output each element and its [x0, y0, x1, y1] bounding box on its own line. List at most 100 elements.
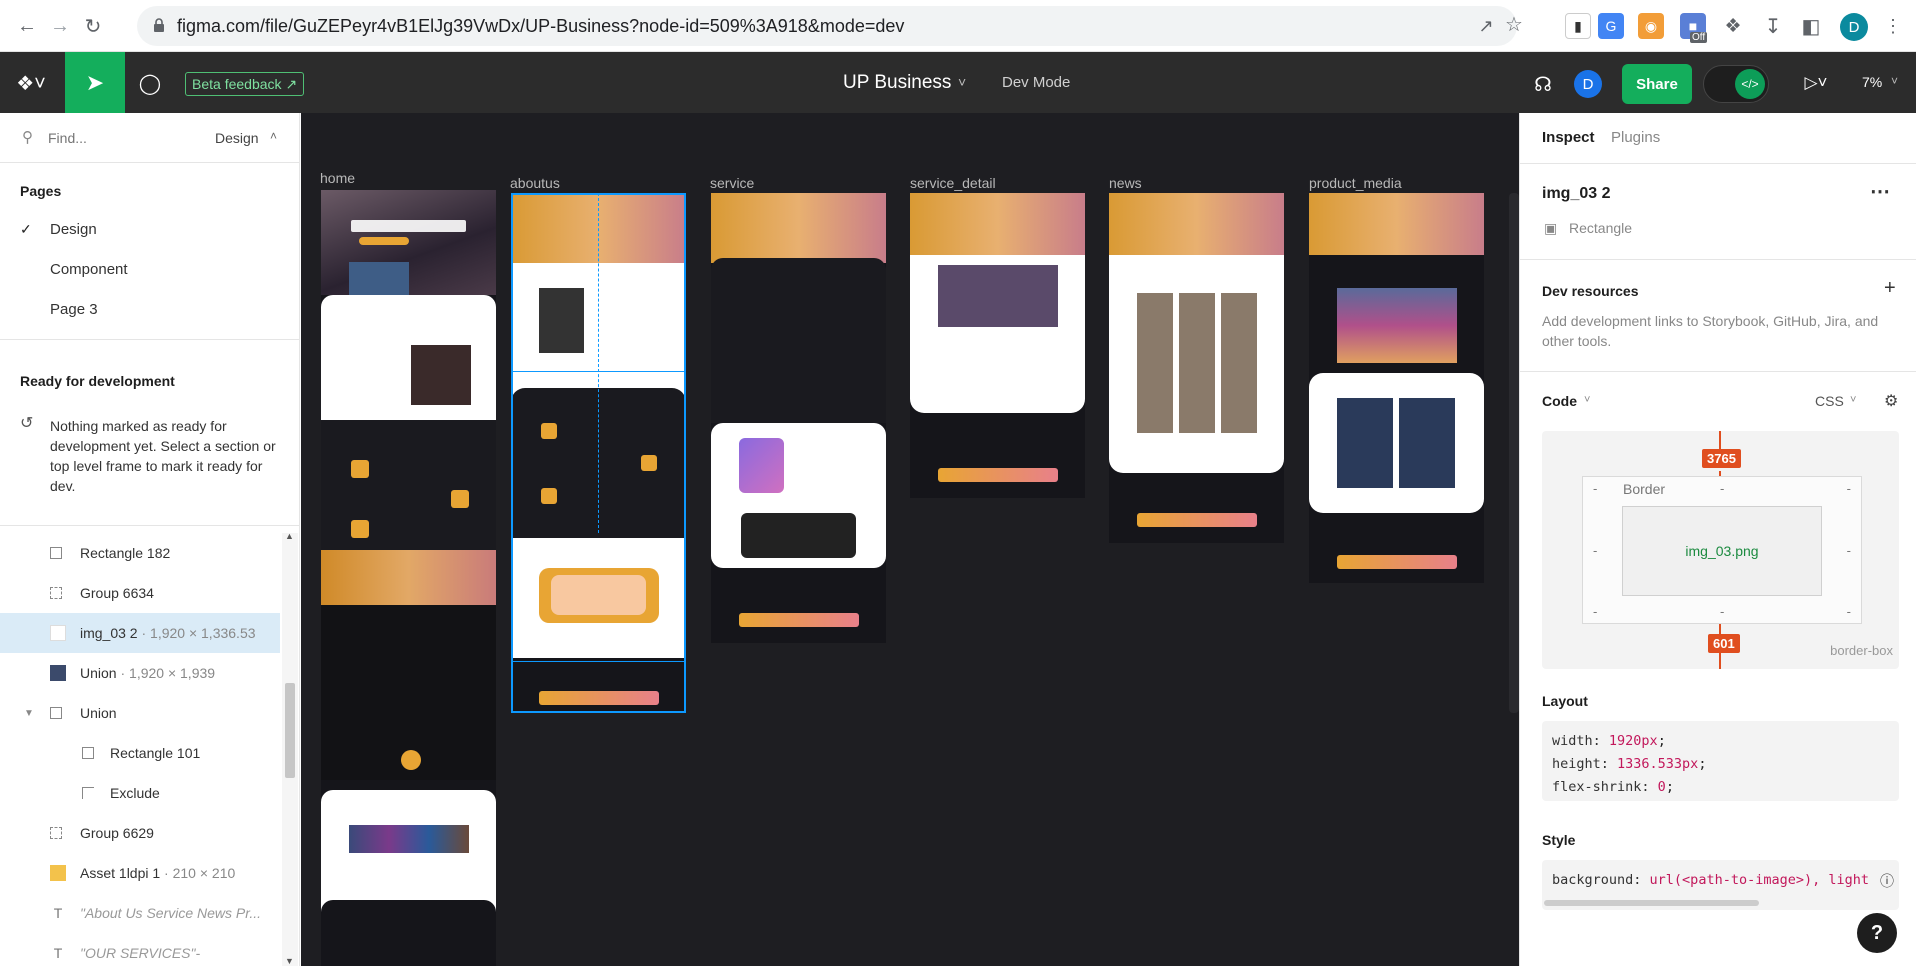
layer-text-services[interactable]: T "OUR SERVICES"-: [0, 933, 280, 966]
figma-menu-icon[interactable]: ❖˅: [14, 70, 48, 96]
bookmark-star-icon[interactable]: ☆: [1503, 13, 1525, 36]
address-bar[interactable]: figma.com/file/GuZEPeyr4vB1ElJg39VwDx/UP…: [137, 6, 1523, 46]
scrollbar-thumb[interactable]: [285, 683, 295, 778]
download-icon[interactable]: ↧: [1760, 13, 1786, 39]
page-item-component[interactable]: Component: [50, 261, 128, 278]
layer-union-image[interactable]: Union · 1,920 × 1,939: [0, 653, 280, 693]
design-canvas[interactable]: home aboutus service service_detail news…: [301, 113, 1519, 966]
layer-rectangle-182[interactable]: Rectangle 182: [0, 533, 280, 573]
page-item-design[interactable]: Design: [50, 221, 97, 238]
forward-icon[interactable]: →: [47, 13, 73, 39]
frame-news[interactable]: [1109, 193, 1284, 543]
dev-resources-text: Add development links to Storybook, GitH…: [1542, 313, 1879, 349]
tab-plugins[interactable]: Plugins: [1611, 129, 1660, 146]
user-avatar[interactable]: D: [1574, 70, 1602, 98]
dev-mode-toggle[interactable]: </>: [1703, 65, 1769, 103]
code-line: flex-shrink: 0;: [1552, 779, 1674, 795]
box-model: 3765 Border - - - - - - - - img_03.png 6…: [1542, 431, 1899, 669]
style-code-block[interactable]: background: url(<path-to-image>), light …: [1542, 860, 1899, 910]
divider: [1520, 163, 1916, 164]
layer-group-6629[interactable]: Group 6629: [0, 813, 280, 853]
beta-feedback-button[interactable]: Beta feedback ↗: [185, 72, 305, 96]
extensions-puzzle-icon[interactable]: ❖: [1720, 13, 1746, 39]
layer-name: Exclude: [110, 785, 160, 801]
exclude-icon: [82, 787, 94, 799]
search-input[interactable]: [48, 125, 198, 151]
layer-exclude[interactable]: Exclude: [0, 773, 280, 813]
comment-icon[interactable]: ◯: [137, 70, 163, 96]
translate-extension-icon[interactable]: G: [1598, 13, 1624, 39]
browser-chrome: ← → ↻ figma.com/file/GuZEPeyr4vB1ElJg39V…: [0, 0, 1916, 52]
frame-label-service[interactable]: service: [710, 175, 754, 191]
frame-label-news[interactable]: news: [1109, 175, 1142, 191]
side-panel-icon[interactable]: ◧: [1798, 13, 1824, 39]
frame-product-media[interactable]: [1309, 193, 1484, 583]
frame-service[interactable]: [711, 193, 886, 643]
dev-mode-label: Dev Mode: [1002, 74, 1071, 91]
page-item-page-3[interactable]: Page 3: [50, 301, 98, 318]
measure-line-bottom: [1719, 653, 1721, 669]
divider: [1520, 259, 1916, 260]
move-tool-icon[interactable]: ➤: [65, 52, 125, 113]
scroll-up-icon[interactable]: ▲: [285, 531, 294, 541]
share-button[interactable]: Share: [1622, 64, 1692, 104]
measure-line-bottom: [1719, 624, 1721, 634]
code-line: height: 1336.533px;: [1552, 756, 1707, 772]
border-value: -: [1846, 543, 1851, 558]
horizontal-scrollbar[interactable]: [1544, 900, 1759, 906]
layer-rectangle-101[interactable]: Rectangle 101: [0, 733, 280, 773]
frame-label-product-media[interactable]: product_media: [1309, 175, 1402, 191]
frame-service-detail[interactable]: [910, 193, 1085, 498]
chevron-up-icon[interactable]: ˄: [270, 129, 277, 143]
add-icon[interactable]: +: [1884, 277, 1896, 300]
help-button[interactable]: ?: [1857, 913, 1897, 953]
layer-name: img_03 2 · 1,920 × 1,336.53: [80, 625, 256, 641]
image-icon: [50, 665, 66, 681]
lang-chevron-icon[interactable]: ˅: [1850, 394, 1856, 406]
text-icon: T: [53, 905, 63, 921]
layer-group-6634[interactable]: Group 6634: [0, 573, 280, 613]
rectangle-icon: [50, 547, 62, 559]
layer-asset-1ldpi-1[interactable]: Asset 1ldpi 1 · 210 × 210: [0, 853, 280, 893]
layers-scrollbar[interactable]: ▲ ▼: [282, 531, 298, 966]
present-play-icon[interactable]: ▷˅: [1796, 70, 1836, 96]
browser-menu-icon[interactable]: ⋮: [1880, 13, 1906, 39]
layer-img-03-2[interactable]: img_03 2 · 1,920 × 1,336.53: [0, 613, 280, 653]
zoom-level[interactable]: 7%: [1862, 74, 1882, 90]
measure-guide: [598, 193, 599, 533]
chevron-down-icon[interactable]: ˅: [958, 74, 966, 90]
layer-union-group[interactable]: ▼ Union: [0, 693, 280, 733]
scroll-down-icon[interactable]: ▼: [285, 956, 294, 966]
caret-down-icon[interactable]: ▼: [24, 708, 34, 719]
layer-title: img_03 2: [1542, 185, 1611, 202]
layout-code-block[interactable]: width: 1920px; height: 1336.533px; flex-…: [1542, 721, 1899, 801]
zoom-chevron-icon[interactable]: ˅: [1891, 74, 1898, 88]
more-options-icon[interactable]: ⋯: [1870, 179, 1890, 204]
frame-home[interactable]: [321, 190, 496, 966]
reload-icon[interactable]: ↻: [80, 13, 106, 39]
bottom-offset-tag: 601: [1708, 634, 1740, 653]
image-icon: [50, 625, 66, 641]
headphones-icon[interactable]: ☊: [1528, 69, 1558, 99]
selection-guide: [511, 661, 686, 662]
share-page-icon[interactable]: ↗: [1475, 15, 1497, 37]
box-sizing-label: border-box: [1830, 643, 1893, 658]
phone-extension-icon[interactable]: ▮: [1565, 13, 1591, 39]
panel-mode-label[interactable]: Design: [215, 130, 259, 146]
canvas-scrollbar[interactable]: [1509, 193, 1519, 713]
divider: [0, 339, 299, 340]
layer-text-about[interactable]: T "About Us Service News Pr...: [0, 893, 280, 933]
frame-label-aboutus[interactable]: aboutus: [510, 175, 560, 191]
code-chevron-icon[interactable]: ˅: [1584, 394, 1590, 406]
info-icon[interactable]: ⓘ: [1880, 871, 1894, 891]
frame-label-service-detail[interactable]: service_detail: [910, 175, 996, 191]
code-lang-select[interactable]: CSS: [1815, 393, 1844, 409]
settings-sliders-icon[interactable]: ⚙: [1884, 391, 1898, 411]
frame-label-home[interactable]: home: [320, 170, 355, 186]
layout-title: Layout: [1542, 693, 1588, 709]
profile-avatar[interactable]: D: [1840, 13, 1868, 41]
tab-inspect[interactable]: Inspect: [1542, 129, 1595, 146]
file-title[interactable]: UP Business: [843, 72, 951, 94]
back-icon[interactable]: ←: [14, 13, 40, 39]
orange-extension-icon[interactable]: ◉: [1638, 13, 1664, 39]
